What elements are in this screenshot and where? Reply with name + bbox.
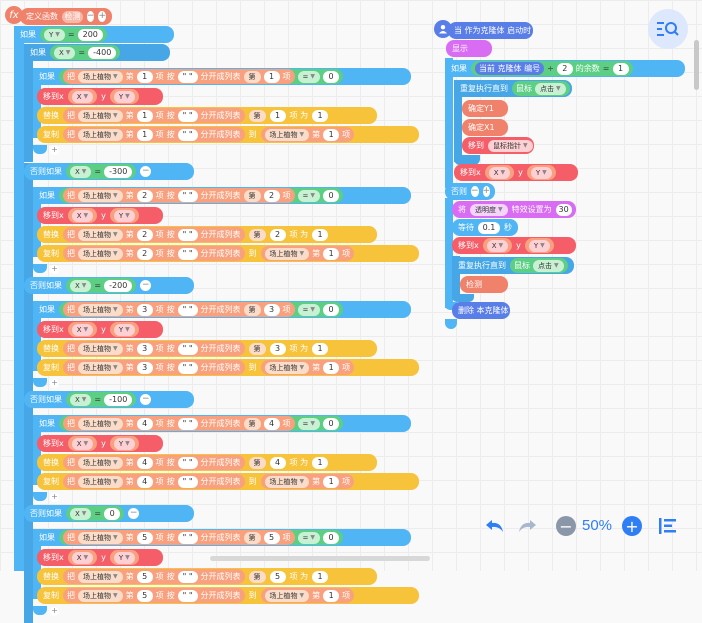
wait-seconds-input[interactable]: 0.1	[478, 221, 500, 234]
clone-start-hat[interactable]: 当 作为克隆体 启动时	[448, 22, 533, 39]
section-if-block[interactable]: 否则如果 X ▼ = -200 −	[24, 277, 194, 294]
set-x1-block[interactable]: 确定X1	[462, 119, 508, 136]
redo-button[interactable]	[516, 515, 538, 537]
section-arm	[24, 163, 33, 281]
replace-block[interactable]: 替换 把 场上植物 ▼ 第 4 项 按 " " 分开成列表 第 4 项 为 1	[37, 454, 377, 471]
clone-else-move-xy-block[interactable]: 移到x X ▼ y Y ▼	[452, 237, 576, 254]
copy-block[interactable]: 复制 把 场上植物 ▼ 第 4 项 按 " " 分开成列表 到 场上植物 ▼ 第 1…	[37, 473, 419, 490]
zoom-out-button[interactable]: −	[556, 516, 576, 536]
show-block[interactable]: 显示	[446, 40, 492, 57]
x-value-input[interactable]: -400	[88, 46, 117, 59]
zoom-level: 50%	[582, 517, 613, 534]
section-arm	[24, 277, 33, 395]
move-xy-block[interactable]: 移到x X ▼ y Y ▼	[37, 435, 163, 452]
set-effect-block[interactable]: 将 透明度 ▼ 特效设置为 30	[452, 201, 576, 218]
if-y-block[interactable]: 如果 Y ▼ = 200	[14, 26, 174, 43]
move-xy-block[interactable]: 移到x X ▼ y Y ▼	[37, 549, 163, 566]
inner-if-block[interactable]: 如果 把 场上植物 ▼ 第 1 项 按 " " 分开成列表 第 1 项 = ▼ 0	[33, 68, 411, 85]
section-if-block[interactable]: 否则如果 X ▼ = 0 −	[24, 505, 194, 522]
call-detect-block[interactable]: 检测	[460, 276, 508, 293]
define-function-block[interactable]: 定义函数 检测 − +	[20, 8, 112, 25]
undo-button[interactable]	[484, 515, 506, 537]
mouse-event-dropdown[interactable]: 点击 ▼	[535, 82, 566, 95]
set-y1-block[interactable]: 确定Y1	[462, 100, 508, 117]
section-if-block[interactable]: 否则如果 X ▼ = -300 −	[24, 163, 194, 180]
function-name[interactable]: 检测	[62, 10, 83, 23]
vertical-scrollbar[interactable]	[694, 40, 699, 90]
search-icon	[657, 22, 679, 36]
add-param-button[interactable]: +	[98, 11, 106, 22]
clone-if-block[interactable]: 如果 当前 克隆体 编号 ÷ 2 的余数 = 1	[445, 60, 685, 77]
move-to-pointer-block[interactable]: 移到 鼠标指针 ▼	[462, 137, 534, 154]
x-value-input[interactable]: -300	[104, 165, 133, 178]
clone-if-arm	[445, 58, 453, 188]
outer-if-arm	[14, 26, 24, 571]
section-if-block[interactable]: 如果 X ▼ = -400	[24, 44, 170, 61]
divisor-input[interactable]: 2	[556, 62, 573, 75]
add-branch-button[interactable]: +	[50, 378, 59, 388]
copy-block[interactable]: 复制 把 场上植物 ▼ 第 2 项 按 " " 分开成列表 到 场上植物 ▼ 第 1…	[37, 245, 419, 262]
mod-value-input[interactable]: 1	[612, 62, 629, 75]
delete-clone-block[interactable]: 删除 本克隆体	[452, 302, 510, 319]
section-if-block[interactable]: 否则如果 X ▼ = -100 −	[24, 391, 194, 408]
search-button[interactable]	[648, 9, 688, 49]
x-value-input[interactable]: -100	[104, 393, 133, 406]
copy-block[interactable]: 复制 把 场上植物 ▼ 第 1 项 按 " " 分开成列表 到 场上植物 ▼ 第 1…	[37, 126, 419, 143]
x-value-input[interactable]: -200	[104, 279, 133, 292]
effect-value-input[interactable]: 30	[555, 203, 572, 216]
var-y-dropdown[interactable]: Y ▼	[44, 28, 65, 41]
zoom-in-icon: +	[625, 516, 639, 536]
move-xy-block[interactable]: 移到x X ▼ y Y ▼	[37, 321, 163, 338]
inner-if-block[interactable]: 如果 把 场上植物 ▼ 第 5 项 按 " " 分开成列表 第 5 项 = ▼ 0	[33, 529, 411, 546]
add-branch-button[interactable]: +	[50, 145, 59, 155]
value-input[interactable]: 200	[77, 28, 103, 41]
align-icon	[659, 518, 676, 534]
zoom-out-icon: −	[559, 516, 573, 536]
replace-block[interactable]: 替换 把 场上植物 ▼ 第 1 项 按 " " 分开成列表 第 1 项 为 1	[37, 107, 377, 124]
clone-move-xy-block[interactable]: 移到x X ▼ y Y ▼	[454, 164, 578, 181]
add-branch-button[interactable]: +	[50, 264, 59, 274]
move-xy-block[interactable]: 移到x X ▼ y Y ▼	[37, 207, 163, 224]
copy-block[interactable]: 复制 把 场上植物 ▼ 第 5 项 按 " " 分开成列表 到 场上植物 ▼ 第 1…	[37, 587, 419, 604]
define-function-label: 定义函数	[26, 12, 58, 21]
wait-block[interactable]: 等待 0.1 秒	[452, 219, 518, 236]
replace-block[interactable]: 替换 把 场上植物 ▼ 第 2 项 按 " " 分开成列表 第 2 项 为 1	[37, 226, 377, 243]
move-xy-block[interactable]: 移到x X ▼ y Y ▼	[37, 88, 163, 105]
add-branch-button[interactable]: +	[50, 492, 59, 502]
replace-block[interactable]: 替换 把 场上植物 ▼ 第 3 项 按 " " 分开成列表 第 3 项 为 1	[37, 340, 377, 357]
add-branch-button[interactable]: +	[50, 606, 59, 616]
repeat-until-block[interactable]: 重复执行直到 鼠标 点击 ▼	[454, 80, 572, 97]
inner-if-block[interactable]: 如果 把 场上植物 ▼ 第 4 项 按 " " 分开成列表 第 4 项 = ▼ 0	[33, 415, 411, 432]
section-arm	[24, 391, 33, 509]
section-arm	[24, 505, 33, 623]
clone-repeat-until-block[interactable]: 重复执行直到 鼠标 点击 ▼	[452, 257, 574, 274]
horizontal-scrollbar[interactable]	[210, 556, 430, 561]
effect-dropdown[interactable]: 透明度 ▼	[470, 203, 508, 216]
redo-icon	[519, 520, 536, 532]
section-arm	[24, 44, 33, 162]
x-value-input[interactable]: 0	[104, 507, 121, 520]
align-button[interactable]	[658, 516, 678, 536]
remove-param-button[interactable]: −	[86, 11, 95, 22]
copy-block[interactable]: 复制 把 场上植物 ▼ 第 3 项 按 " " 分开成列表 到 场上植物 ▼ 第 1…	[37, 359, 419, 376]
undo-icon	[486, 520, 503, 532]
inner-if-block[interactable]: 如果 把 场上植物 ▼ 第 2 项 按 " " 分开成列表 第 2 项 = ▼ 0	[33, 187, 411, 204]
zoom-in-button[interactable]: +	[622, 516, 642, 536]
target-dropdown[interactable]: 鼠标指针 ▼	[488, 139, 533, 152]
inner-if-block[interactable]: 如果 把 场上植物 ▼ 第 3 项 按 " " 分开成列表 第 3 项 = ▼ 0	[33, 301, 411, 318]
